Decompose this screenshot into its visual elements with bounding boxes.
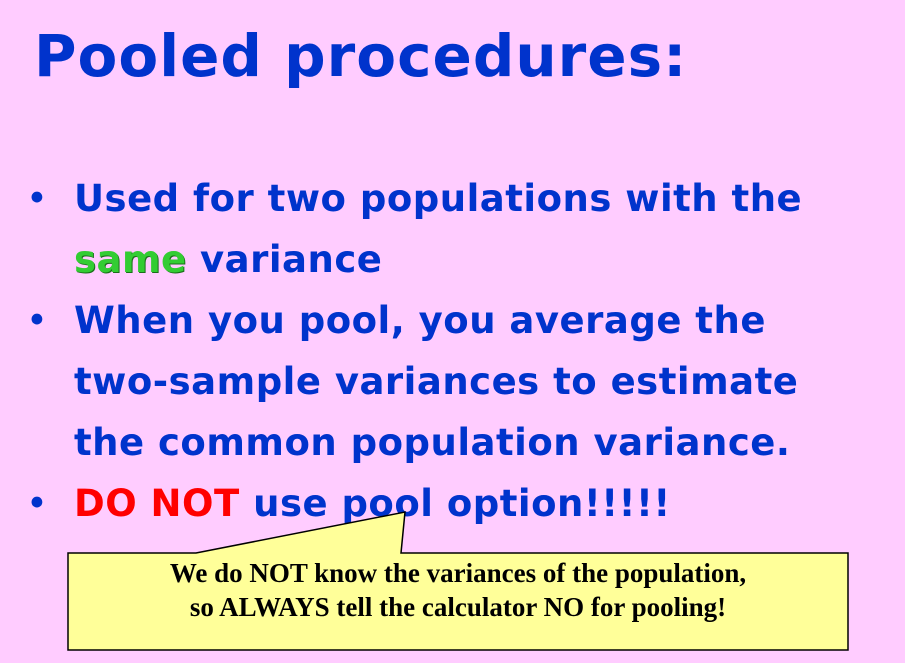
bullet-2-line-3: the common population variance. bbox=[74, 421, 791, 464]
bullet-1-line-1: Used for two populations with the bbox=[74, 177, 803, 220]
bullet-2-line-1: When you pool, you average the bbox=[74, 299, 766, 342]
bullet-item-same-variance: • Used for two populations with the same… bbox=[26, 168, 896, 290]
callout-line-1: We do NOT know the variances of the popu… bbox=[169, 558, 747, 588]
bullet-1-rest: variance bbox=[186, 238, 383, 281]
bullet-3-rest: use pool option!!!!! bbox=[239, 482, 671, 525]
bullet-list: • Used for two populations with the same… bbox=[26, 168, 896, 534]
bullet-item-do-not-pool: • DO NOT use pool option!!!!! bbox=[26, 473, 896, 534]
bullet-dot-icon: • bbox=[26, 482, 49, 525]
bullet-dot-icon: • bbox=[26, 177, 49, 220]
bullet-2-line-2: two-sample variances to estimate bbox=[74, 360, 799, 403]
bullet-dot-icon: • bbox=[26, 299, 49, 342]
bullet-item-pool-average: • When you pool, you average the two-sam… bbox=[26, 290, 896, 473]
slide-title: Pooled procedures: bbox=[34, 22, 688, 90]
same-emphasis: same bbox=[74, 238, 187, 281]
callout-line-2: so ALWAYS tell the calculator NO for poo… bbox=[189, 592, 727, 622]
do-not-emphasis: DO NOT bbox=[74, 482, 240, 525]
callout-text: We do NOT know the variances of the popu… bbox=[68, 556, 848, 624]
